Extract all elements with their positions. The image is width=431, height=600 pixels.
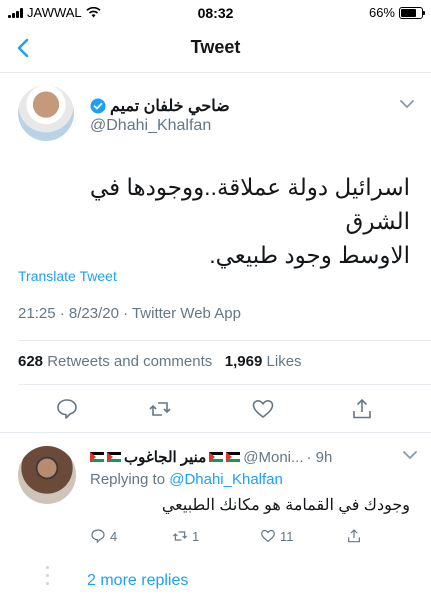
battery-status: 66% bbox=[368, 5, 425, 20]
status-bar: JAWWAL 08:32 66% bbox=[0, 0, 431, 24]
share-icon[interactable] bbox=[350, 397, 374, 421]
reply-handle: @Moni... bbox=[243, 448, 304, 466]
retweet-icon[interactable] bbox=[148, 397, 172, 421]
tweet-text-line-1: اسرائيل دولة عملاقة..ووجودها في الشرق bbox=[89, 174, 410, 234]
palestine-flag-icon bbox=[226, 452, 241, 462]
reply-comment-count: 4 bbox=[110, 528, 118, 544]
thread-dot bbox=[46, 566, 49, 569]
divider bbox=[18, 340, 431, 341]
chevron-down-icon[interactable] bbox=[398, 98, 416, 110]
divider bbox=[0, 432, 431, 433]
palestine-flag-icon bbox=[209, 452, 224, 462]
reply-like-action[interactable]: 11 bbox=[260, 528, 294, 544]
author-name-row[interactable]: ضاحي خلفان تميم bbox=[90, 96, 230, 116]
battery-icon bbox=[399, 6, 425, 19]
replying-to: Replying to @Dhahi_Khalfan bbox=[90, 471, 283, 488]
reply-share-action[interactable] bbox=[346, 528, 362, 544]
divider bbox=[18, 384, 431, 385]
author-handle[interactable]: @Dhahi_Khalfan bbox=[90, 117, 211, 135]
thread-dot bbox=[46, 582, 49, 585]
tweet-meta: 21:25 · 8/23/20 · Twitter Web App bbox=[18, 305, 241, 322]
reply-header[interactable]: منير الجاغوب @Moni... · 9h bbox=[90, 448, 390, 466]
share-icon bbox=[348, 529, 360, 543]
more-replies-link[interactable]: 2 more replies bbox=[87, 572, 188, 590]
replying-handle-link[interactable]: @Dhahi_Khalfan bbox=[169, 471, 283, 488]
author-name: ضاحي خلفان تميم bbox=[110, 98, 230, 115]
reply-age: · 9h bbox=[306, 448, 333, 466]
reply-retweet-count: 1 bbox=[192, 528, 200, 544]
tweet-text: اسرائيل دولة عملاقة..ووجودها في الشرق ال… bbox=[20, 170, 410, 272]
clock: 08:32 bbox=[197, 5, 234, 21]
reply-icon bbox=[91, 529, 105, 544]
palestine-flag-icon bbox=[90, 452, 104, 462]
nav-bar: Tweet bbox=[0, 24, 431, 73]
battery-percent: 66% bbox=[368, 5, 395, 20]
author-avatar[interactable] bbox=[18, 85, 74, 141]
like-heart-icon bbox=[261, 529, 275, 543]
retweet-icon bbox=[172, 531, 188, 541]
verified-badge-icon bbox=[90, 98, 106, 114]
page-title: Tweet bbox=[190, 37, 241, 57]
reply-author-name: منير الجاغوب bbox=[124, 449, 207, 466]
reply-text: وجودك في القمامة هو مكانك الطبيعي bbox=[161, 497, 410, 514]
reply-icon[interactable] bbox=[55, 397, 79, 421]
reply-like-count: 11 bbox=[280, 528, 294, 544]
reply-avatar[interactable] bbox=[18, 446, 76, 504]
palestine-flag-icon bbox=[107, 452, 121, 462]
chevron-down-icon[interactable] bbox=[402, 450, 418, 460]
likes-count[interactable]: 1,969 bbox=[225, 353, 263, 370]
retweets-label[interactable]: Retweets and comments bbox=[47, 353, 212, 370]
tweet-text-line-2: الاوسط وجود طبيعي. bbox=[209, 242, 410, 268]
reply-comment-action[interactable]: 4 bbox=[90, 528, 117, 544]
tweet-stats: 628 Retweets and comments 1,969 Likes bbox=[18, 353, 302, 370]
like-heart-icon[interactable] bbox=[251, 397, 275, 421]
likes-label[interactable]: Likes bbox=[267, 353, 302, 370]
reply-retweet-action[interactable]: 1 bbox=[172, 528, 199, 544]
translate-tweet-link[interactable]: Translate Tweet bbox=[18, 268, 117, 284]
retweets-count[interactable]: 628 bbox=[18, 353, 43, 370]
thread-dot bbox=[46, 574, 49, 577]
replying-prefix: Replying to bbox=[90, 471, 166, 488]
